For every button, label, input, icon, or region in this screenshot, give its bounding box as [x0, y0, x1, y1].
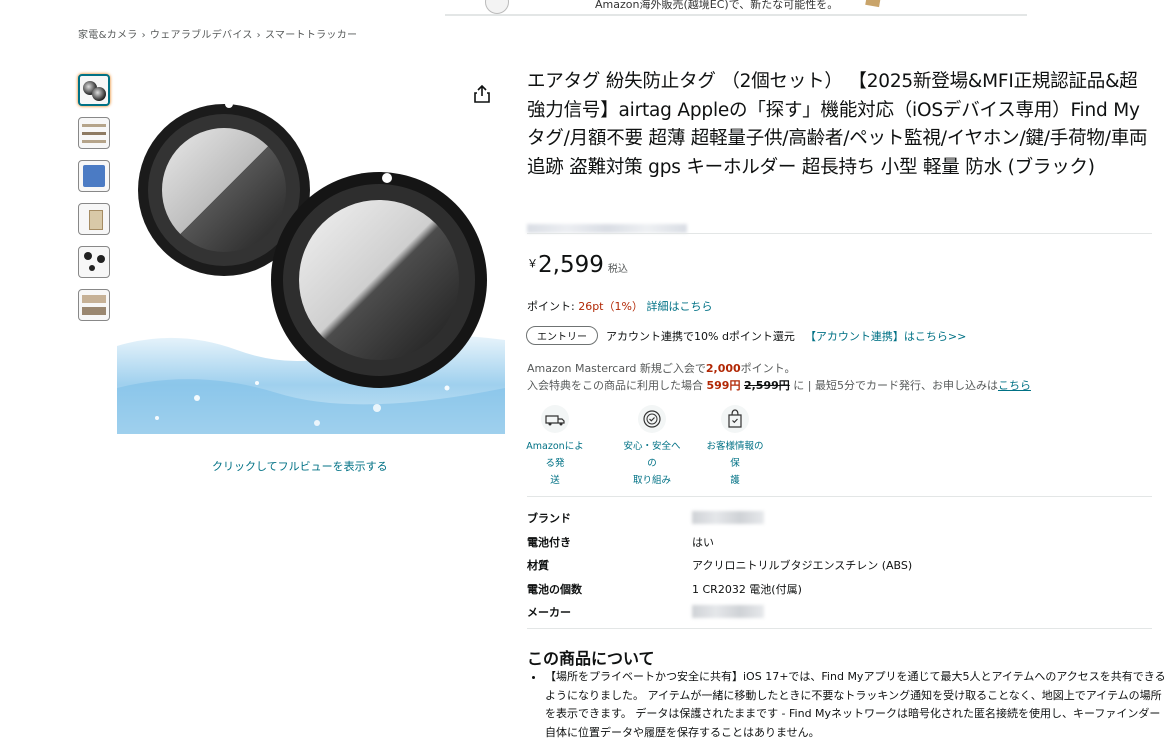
card-offer-line1: Amazon Mastercard 新規ご入会で2,000ポイント。	[527, 360, 795, 376]
about-bullet-list: 【場所をプライベートかつ安全に共有】iOS 17+では、Find Myアプリを通…	[527, 668, 1170, 742]
points-value: 26pt（1%）	[578, 300, 643, 313]
points-label: ポイント:	[527, 300, 579, 313]
tag-icon	[84, 252, 92, 260]
tag-icon	[97, 255, 105, 263]
about-bullet: 【場所をプライベートかつ安全に共有】iOS 17+では、Find Myアプリを通…	[545, 668, 1170, 742]
about-section-title: この商品について	[527, 649, 655, 668]
thumbnail-4[interactable]	[78, 203, 110, 235]
card-offer-text: に | 最短5分でカード発行、お申し込みは	[789, 379, 998, 392]
thumbnail-6[interactable]	[78, 289, 110, 321]
thumbnail-3[interactable]	[78, 160, 110, 192]
thumbnail-2[interactable]	[78, 117, 110, 149]
thumbnail-5[interactable]	[78, 246, 110, 278]
card-offer-points: 2,000	[705, 362, 741, 375]
spec-value: 1 CR2032 電池(付属)	[692, 582, 802, 596]
redacted-manufacturer-value	[692, 605, 764, 619]
tax-label: 税込	[607, 264, 628, 275]
breadcrumb-separator: ›	[256, 30, 261, 41]
feature-safety[interactable]: 安心・安全への 取り組み	[623, 404, 681, 489]
card-offer-line2: 入会特典をこの商品に利用した場合 599円 2,599円 に | 最短5分でカー…	[527, 377, 1031, 393]
feature-label: Amazonによる発	[526, 441, 584, 469]
feature-amazon-shipping[interactable]: Amazonによる発 送	[526, 404, 584, 489]
spec-key: ブランド	[527, 512, 571, 525]
thumb-app-screen-graphic	[83, 165, 105, 187]
price-amount: 2,599	[538, 252, 604, 278]
feature-label: お客様情報の保	[706, 441, 764, 469]
security-badge-icon	[638, 405, 666, 433]
card-offer-text: ポイント。	[740, 362, 796, 375]
points-details-link[interactable]: 詳細はこちら	[646, 300, 712, 313]
divider	[527, 628, 1152, 629]
divider	[527, 233, 1152, 234]
feature-data-protection[interactable]: お客様情報の保 護	[706, 404, 764, 489]
share-icon[interactable]	[472, 84, 492, 104]
breadcrumb-separator: ›	[141, 30, 146, 41]
feature-label: 取り組み	[632, 475, 671, 486]
product-title: エアタグ 紛失防止タグ （2個セット） 【2025新登場&MFI正規認証品&超強…	[527, 71, 1148, 178]
divider	[527, 496, 1152, 497]
spec-value: はい	[692, 535, 714, 549]
card-offer-price: 599円	[706, 379, 741, 392]
redacted-rating-bar	[527, 224, 687, 233]
points-info: ポイント: 26pt（1%） 詳細はこちら	[527, 298, 712, 314]
breadcrumb-item-electronics[interactable]: 家電&カメラ	[78, 30, 138, 41]
feature-label: 護	[730, 475, 740, 486]
fullview-link[interactable]: クリックしてフルビューを表示する	[212, 458, 388, 474]
tag-icon	[92, 87, 106, 101]
price-block: ￥2,599 税込	[527, 252, 628, 278]
thumb-lifestyle-graphic	[82, 124, 106, 127]
currency-symbol: ￥	[527, 257, 538, 270]
tag-icon	[89, 265, 95, 271]
spec-key: 電池の個数	[527, 582, 582, 596]
banner-logo-icon	[485, 0, 509, 14]
banner-text: Amazon海外販売(越境EC)で、新たな可能性を。	[595, 0, 839, 11]
feature-label: 安心・安全への	[623, 441, 681, 469]
breadcrumb-item-smart-trackers[interactable]: スマートトラッカー	[265, 30, 357, 41]
feature-label: 送	[550, 475, 560, 486]
card-apply-link[interactable]: こちら	[998, 379, 1031, 392]
spec-key: メーカー	[527, 606, 571, 620]
thumb-document-graphic	[89, 210, 103, 230]
protected-bag-icon	[721, 405, 749, 433]
thumb-lifestyle-graphic	[82, 307, 106, 315]
card-offer-original-price: 2,599円	[743, 379, 790, 392]
thumb-lifestyle-graphic	[82, 140, 106, 143]
entry-button[interactable]: エントリー	[526, 326, 598, 345]
top-ad-banner[interactable]: Amazon海外販売(越境EC)で、新たな可能性を。	[445, 0, 1027, 16]
thumbnail-1[interactable]	[78, 74, 110, 106]
card-offer-text: 入会特典をこの商品に利用した場合	[527, 379, 707, 392]
spec-value: アクリロニトリルブタジエンスチレン (ABS)	[692, 559, 913, 573]
thumb-lifestyle-graphic	[82, 295, 106, 303]
thumb-lifestyle-graphic	[82, 132, 106, 135]
account-link[interactable]: 【アカウント連携】はこちら>>	[805, 330, 966, 343]
redacted-brand-value	[692, 511, 764, 524]
image-thumbnail-list	[78, 74, 112, 332]
banner-package-icon	[865, 0, 881, 8]
spec-key: 材質	[527, 559, 549, 573]
card-offer-text: Amazon Mastercard 新規ご入会で	[527, 362, 706, 375]
main-product-image[interactable]	[117, 88, 505, 434]
spec-key: 電池付き	[527, 535, 571, 549]
breadcrumb: 家電&カメラ › ウェアラブルデバイス › スマートトラッカー	[78, 26, 357, 41]
breadcrumb-item-wearables[interactable]: ウェアラブルデバイス	[150, 30, 253, 41]
delivery-truck-icon	[541, 405, 569, 433]
entry-text: アカウント連携で10% dポイント還元	[606, 330, 795, 343]
dpoint-campaign: エントリー アカウント連携で10% dポイント還元 【アカウント連携】はこちら>>	[526, 326, 966, 345]
